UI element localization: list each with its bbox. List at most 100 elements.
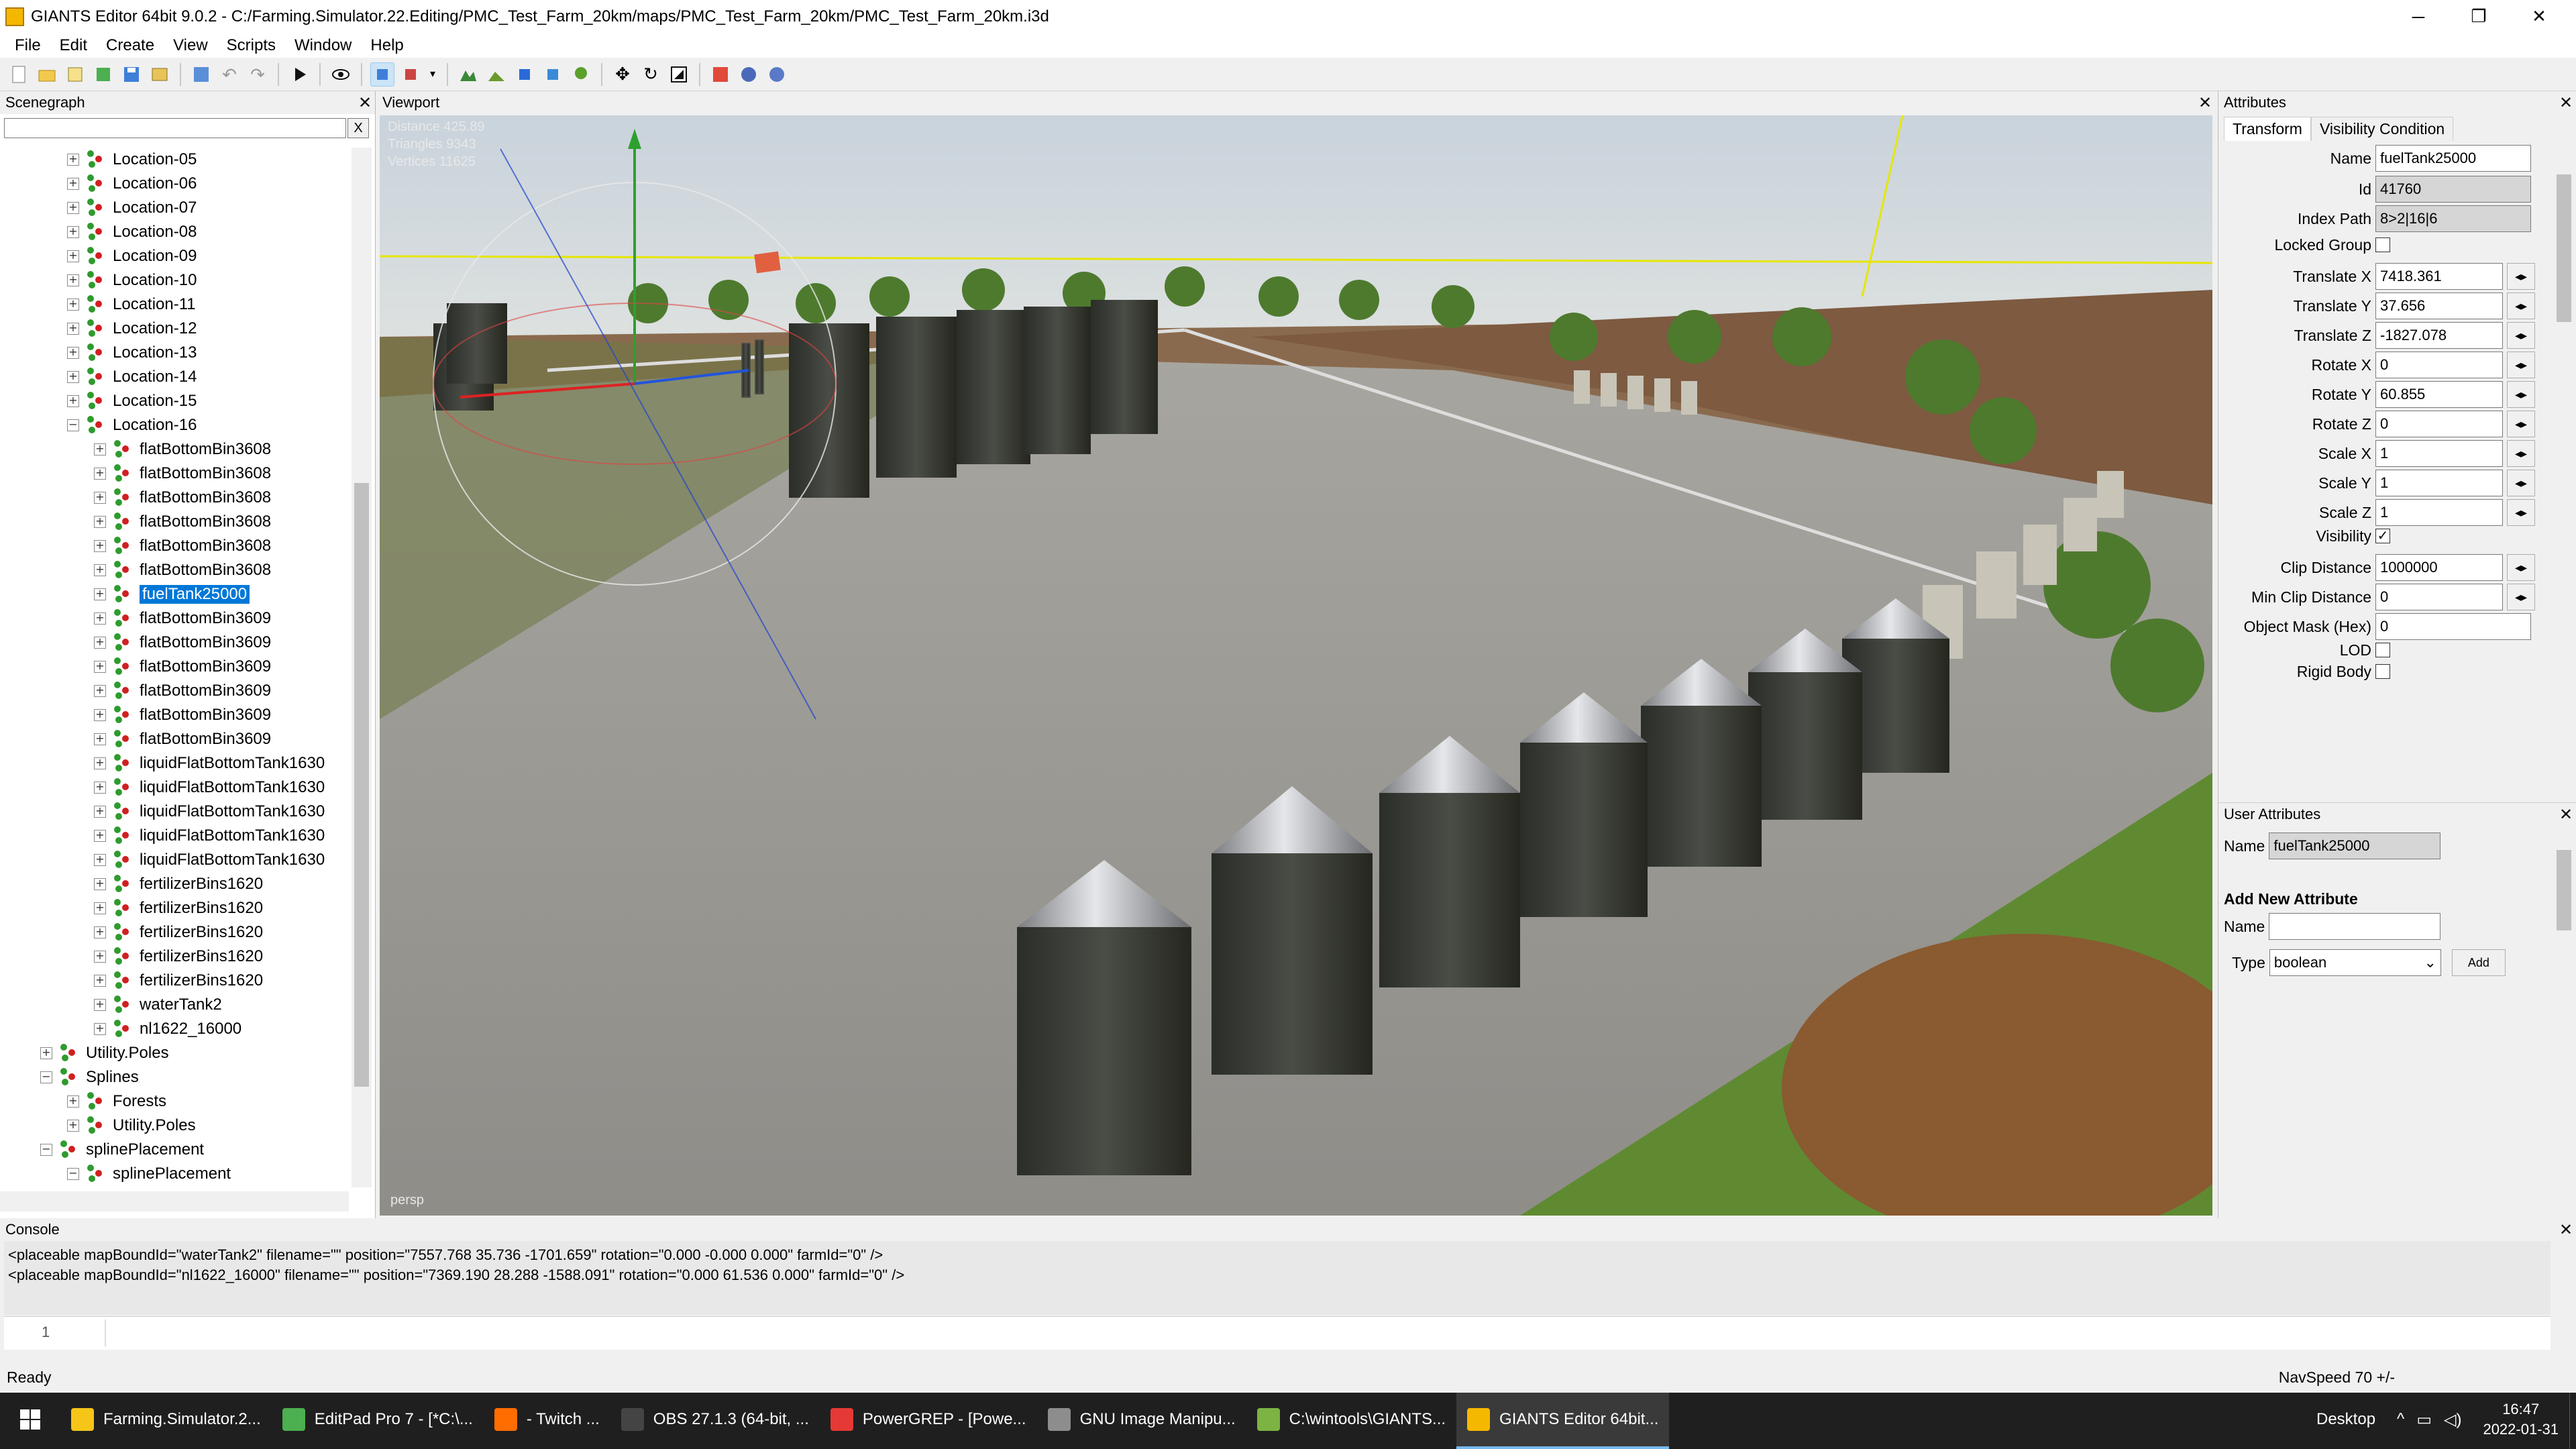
expand-icon[interactable]: + [94, 516, 106, 528]
attribute-value-input[interactable]: -1827.078 [2375, 322, 2503, 349]
expand-icon[interactable]: + [94, 443, 106, 455]
tree-node[interactable]: + liquidFlatBottomTank1630 [94, 775, 325, 800]
grid-icon[interactable] [708, 62, 733, 87]
attribute-value-input[interactable]: 1 [2375, 470, 2503, 496]
drag-value-icon[interactable]: ◂▸ [2507, 440, 2535, 467]
new-file-icon[interactable] [7, 62, 31, 87]
tree-node[interactable]: + flatBottomBin3608 [94, 510, 271, 534]
windows-start-icon[interactable] [0, 1393, 60, 1449]
tree-node[interactable]: + Location-11 [67, 292, 196, 317]
tree-node[interactable]: + fertilizerBins1620 [94, 872, 263, 896]
settings-icon[interactable] [737, 62, 761, 87]
attributes-scrollbar[interactable] [2554, 141, 2574, 798]
expand-icon[interactable]: + [94, 854, 106, 866]
expand-icon[interactable]: + [67, 226, 79, 238]
select-tool-icon[interactable] [370, 62, 394, 87]
tree-node[interactable]: + fertilizerBins1620 [94, 969, 263, 993]
tree-node[interactable]: + fertilizerBins1620 [94, 920, 263, 945]
taskbar-app-button[interactable]: GIANTS Editor 64bit... [1456, 1393, 1670, 1449]
attribute-value-input[interactable]: 1 [2375, 440, 2503, 467]
scenegraph-hscrollbar[interactable] [0, 1191, 349, 1212]
tree-node[interactable]: + Location-13 [67, 341, 197, 365]
tree-node[interactable]: + waterTank2 [94, 993, 222, 1017]
user-attributes-scrollbar[interactable] [2554, 830, 2574, 1212]
attribute-value-input[interactable]: fuelTank25000 [2375, 145, 2531, 172]
expand-icon[interactable]: + [94, 492, 106, 504]
tree-node[interactable]: − Location-16 [67, 413, 197, 437]
attribute-value-input[interactable]: 1 [2375, 499, 2503, 526]
menu-file[interactable]: File [5, 36, 50, 55]
tree-node[interactable]: + fertilizerBins1620 [94, 945, 263, 969]
expand-icon[interactable]: + [67, 299, 79, 311]
expand-icon[interactable]: + [94, 757, 106, 769]
taskbar-app-button[interactable]: C:\wintools\GIANTS... [1246, 1393, 1456, 1449]
tree-node[interactable]: + Location-09 [67, 244, 197, 268]
dropdown-arrow-icon[interactable]: ▾ [427, 62, 439, 87]
tree-node[interactable]: + flatBottomBin3608 [94, 437, 271, 462]
attribute-checkbox[interactable]: ✓ [2375, 529, 2390, 543]
open-folder-icon[interactable] [35, 62, 59, 87]
drag-value-icon[interactable]: ◂▸ [2507, 470, 2535, 496]
expand-icon[interactable]: + [94, 1023, 106, 1035]
tree-node[interactable]: + Utility.Poles [67, 1114, 196, 1138]
drag-value-icon[interactable]: ◂▸ [2507, 263, 2535, 290]
attribute-value-input[interactable]: 7418.361 [2375, 263, 2503, 290]
foliage-paint-icon[interactable] [513, 62, 537, 87]
refresh-icon[interactable] [91, 62, 115, 87]
expand-icon[interactable]: + [67, 178, 79, 190]
drag-value-icon[interactable]: ◂▸ [2507, 292, 2535, 319]
menu-help[interactable]: Help [361, 36, 413, 55]
expand-icon[interactable]: + [94, 588, 106, 600]
volume-icon[interactable]: ◁) [2444, 1410, 2461, 1430]
close-panel-icon[interactable]: ✕ [2556, 93, 2576, 113]
drag-value-icon[interactable]: ◂▸ [2507, 499, 2535, 526]
tree-node[interactable]: + flatBottomBin3609 [94, 703, 271, 727]
drag-value-icon[interactable]: ◂▸ [2507, 554, 2535, 581]
tree-node[interactable]: + flatBottomBin3608 [94, 534, 271, 558]
taskbar-app-button[interactable]: PowerGREP - [Powe... [820, 1393, 1037, 1449]
expand-icon[interactable]: + [67, 274, 79, 286]
attribute-checkbox[interactable] [2375, 643, 2390, 657]
drag-value-icon[interactable]: ◂▸ [2507, 322, 2535, 349]
terrain-paint-icon[interactable] [484, 62, 508, 87]
attribute-value-input[interactable]: 37.656 [2375, 292, 2503, 319]
tree-node[interactable]: + liquidFlatBottomTank1630 [94, 800, 325, 824]
collapse-icon[interactable]: − [67, 1168, 79, 1180]
taskbar-app-button[interactable]: EditPad Pro 7 - [*C:\... [272, 1393, 484, 1449]
tree-node[interactable]: + flatBottomBin3608 [94, 486, 271, 510]
taskbar-app-button[interactable]: OBS 27.1.3 (64-bit, ... [610, 1393, 820, 1449]
expand-icon[interactable]: + [94, 540, 106, 552]
terrain-sculpt-icon[interactable] [456, 62, 480, 87]
maximize-button[interactable]: ❐ [2449, 0, 2509, 34]
expand-icon[interactable]: + [94, 661, 106, 673]
taskbar-app-button[interactable]: Farming.Simulator.2... [60, 1393, 272, 1449]
expand-icon[interactable]: + [94, 733, 106, 745]
plugin-icon[interactable] [765, 62, 789, 87]
drag-value-icon[interactable]: ◂▸ [2507, 584, 2535, 610]
close-panel-icon[interactable]: ✕ [355, 93, 375, 113]
play-icon[interactable] [287, 62, 311, 87]
tree-node[interactable]: + nl1622_16000 [94, 1017, 241, 1041]
close-panel-icon[interactable]: ✕ [2556, 805, 2576, 824]
scrollbar-thumb[interactable] [2557, 850, 2571, 930]
expand-icon[interactable]: + [94, 709, 106, 721]
drag-value-icon[interactable]: ◂▸ [2507, 411, 2535, 437]
tree-node[interactable]: + Forests [67, 1089, 166, 1114]
tree-node[interactable]: + flatBottomBin3609 [94, 631, 271, 655]
menu-scripts[interactable]: Scripts [217, 36, 285, 55]
expand-icon[interactable]: + [94, 685, 106, 697]
eye-icon[interactable] [329, 62, 353, 87]
drag-value-icon[interactable]: ◂▸ [2507, 352, 2535, 378]
attribute-value-input[interactable]: 0 [2375, 352, 2503, 378]
new-attribute-name-input[interactable] [2269, 913, 2441, 940]
menu-create[interactable]: Create [97, 36, 164, 55]
expand-icon[interactable]: + [94, 564, 106, 576]
edit-file-icon[interactable] [63, 62, 87, 87]
attribute-value-input[interactable]: 0 [2375, 613, 2531, 640]
tree-node[interactable]: + fuelTank25000 [94, 582, 250, 606]
close-panel-icon[interactable]: ✕ [2195, 93, 2215, 113]
clear-search-button[interactable]: X [347, 118, 369, 138]
tab-visibility-condition[interactable]: Visibility Condition [2310, 117, 2454, 141]
type-select[interactable]: boolean ⌄ [2269, 949, 2441, 976]
expand-icon[interactable]: + [94, 468, 106, 480]
